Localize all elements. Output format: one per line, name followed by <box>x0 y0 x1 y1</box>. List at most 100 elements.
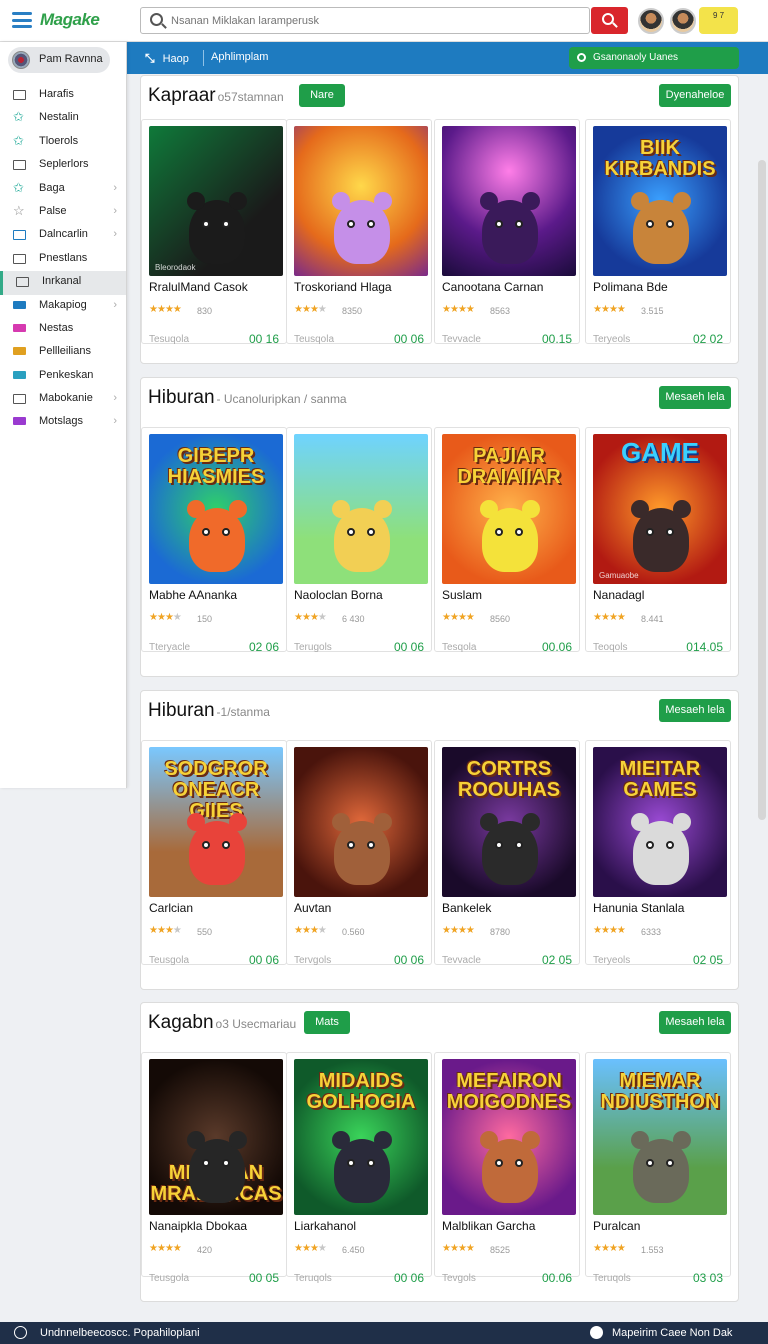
game-card[interactable]: CORTRS ROOUHAS Bankelek ★★★★ 8780 Tevvacle 02… <box>434 740 580 967</box>
game-card[interactable]: GAME Gamuaobe Nanadagl ★★★★ 8.441 Teoqols 014.… <box>585 427 731 654</box>
game-card[interactable]: MIDAIDS GOLHOGIA Liarkahanol ★★★★ 6.450 Teru… <box>286 1052 432 1285</box>
game-card[interactable]: Auvtan ★★★★ 0.560 Tervgols 00 06 <box>286 740 432 967</box>
game-title[interactable]: Nanadagl <box>593 588 644 602</box>
game-card[interactable]: MIHARAN MRADHACASNanaipkla Dbokaa★★★★420… <box>141 1052 287 1285</box>
game-thumbnail[interactable]: MIHARAN MRADHACAS <box>149 1059 283 1215</box>
game-title[interactable]: Hanunia Stanlala <box>593 901 684 915</box>
sidebar-item-label: Nestas <box>39 321 74 334</box>
game-title[interactable]: Mabhe AAnanka <box>149 588 237 602</box>
rating-count: 420 <box>197 1245 213 1255</box>
search-button[interactable] <box>591 7 628 34</box>
game-card[interactable]: MEFAIRON MOIGODNES Malblikan Garcha ★★★★ 85… <box>434 1052 580 1285</box>
game-card[interactable]: PAJIAR DRAIAIIAR Suslam ★★★★ 8560 Tesqola 00.… <box>434 427 580 654</box>
game-thumbnail[interactable] <box>294 126 428 276</box>
see-more-button[interactable]: Mesaeh lela <box>659 699 731 722</box>
game-count: 00 05 <box>248 1271 279 1285</box>
game-title[interactable]: Canootana Carnan <box>442 280 543 294</box>
game-thumbnail[interactable]: SODGROR ONEACR GIIES <box>149 747 283 897</box>
sidebar-item[interactable]: Pellleilians <box>0 341 126 364</box>
footer-right-text[interactable]: Mapeirim Caee Non Dak <box>612 1327 732 1339</box>
game-title[interactable]: Suslam <box>442 588 482 602</box>
game-thumbnail[interactable] <box>294 747 428 897</box>
notification-badge[interactable]: 9 7 <box>699 7 738 34</box>
game-title[interactable]: Liarkahanol <box>294 1219 356 1233</box>
game-title[interactable]: RralulMand Casok <box>149 280 248 294</box>
nav-link[interactable]: Aphlimplam <box>211 51 268 63</box>
game-thumbnail[interactable]: CORTRS ROOUHAS <box>442 747 576 897</box>
scrollbar[interactable] <box>758 160 766 820</box>
game-thumbnail[interactable] <box>442 126 576 276</box>
eye-icon <box>646 1159 654 1167</box>
game-title[interactable]: Carlcian <box>149 901 193 915</box>
game-thumbnail[interactable]: MIDAIDS GOLHOGIA <box>294 1059 428 1215</box>
rating-count: 8525 <box>490 1245 511 1255</box>
search-input[interactable] <box>171 11 581 31</box>
game-card[interactable]: BIIK KIRBANDIS Polimana Bde ★★★★ 3.515 Terye… <box>585 119 731 346</box>
sidebar-item[interactable]: ✩ Tloerols <box>0 131 126 154</box>
sidebar-item[interactable]: Motslags › <box>0 411 126 434</box>
user-chip[interactable]: Pam Ravnna <box>8 47 110 73</box>
search-box[interactable] <box>140 7 590 34</box>
star-icon: ★ <box>301 304 311 315</box>
avatar[interactable] <box>670 8 696 34</box>
sidebar-item[interactable]: Dalncarlin › <box>0 224 126 247</box>
sidebar-item[interactable]: Pnestlans <box>0 248 126 271</box>
game-count: 00 06 <box>393 332 424 346</box>
game-card[interactable]: SODGROR ONEACR GIIES Carlcian ★★★★ 550 Teusg… <box>141 740 287 967</box>
nav-search-button[interactable]: Gsanonaoly Uanes <box>569 47 739 69</box>
menu-icon[interactable] <box>12 12 32 28</box>
game-title[interactable]: Polimana Bde <box>593 280 668 294</box>
game-card[interactable]: MIEMAR NDIUSTHON Puralcan ★★★★ 1.553 Teruqol… <box>585 1052 731 1285</box>
sidebar-item[interactable]: ✩ Nestalin <box>0 107 126 130</box>
nav-home[interactable]: ⤡ Haop <box>145 51 189 66</box>
sidebar-item[interactable]: ✩ Baga › <box>0 178 126 201</box>
game-card[interactable]: Troskoriand Hlaga ★★★★ 8350 Teusqola 00 06 <box>286 119 432 346</box>
section-badge-button[interactable]: Nare <box>299 84 345 107</box>
sidebar-item[interactable]: Mabokanie › <box>0 388 126 411</box>
game-thumbnail[interactable]: PAJIAR DRAIAIIAR <box>442 434 576 584</box>
game-thumbnail[interactable]: MEFAIRON MOIGODNES <box>442 1059 576 1215</box>
box-icon <box>13 230 26 241</box>
sidebar-item[interactable]: Inrkanal <box>0 271 126 295</box>
game-card[interactable]: GIBEPR HIASMIES Mabhe AAnanka ★★★★ 150 Ttery… <box>141 427 287 654</box>
game-card[interactable]: Naoloclan Borna ★★★★ 6 430 Terugols 00 06 <box>286 427 432 654</box>
game-card[interactable]: MIEITAR GAMES Hanunia Stanlala ★★★★ 6333 Ter… <box>585 740 731 967</box>
game-thumbnail[interactable] <box>294 434 428 584</box>
character-art <box>480 192 540 264</box>
game-thumbnail[interactable]: Bleorodaok <box>149 126 283 276</box>
game-card[interactable]: Canootana Carnan ★★★★ 8563 Tevvacle 00.15 <box>434 119 580 346</box>
star-icon: ★ <box>301 925 311 936</box>
game-category: Teryeols <box>593 955 631 966</box>
game-title[interactable]: Nanaipkla Dbokaa <box>149 1219 247 1233</box>
game-title[interactable]: Bankelek <box>442 901 491 915</box>
game-card[interactable]: Bleorodaok RralulMand Casok ★★★★ 830 Tesuqol… <box>141 119 287 346</box>
section-badge-button[interactable]: Mats <box>304 1011 350 1034</box>
sidebar-item[interactable]: Seplerlors <box>0 154 126 177</box>
game-title[interactable]: Malblikan Garcha <box>442 1219 535 1233</box>
sidebar-item[interactable]: Nestas <box>0 318 126 341</box>
game-title[interactable]: Troskoriand Hlaga <box>294 280 392 294</box>
thumbnail-title: GAME <box>621 437 699 467</box>
sidebar-item[interactable]: ☆ Palse › <box>0 201 126 224</box>
game-thumbnail[interactable]: GIBEPR HIASMIES <box>149 434 283 584</box>
game-thumbnail[interactable]: MIEMAR NDIUSTHON <box>593 1059 727 1215</box>
see-more-button[interactable]: Mesaeh lela <box>659 1011 731 1034</box>
game-thumbnail[interactable]: MIEITAR GAMES <box>593 747 727 897</box>
game-thumbnail[interactable]: BIIK KIRBANDIS <box>593 126 727 276</box>
section-subtitle: o57stamnan <box>217 90 284 104</box>
sidebar-item[interactable]: Makapiog › <box>0 295 126 318</box>
rating-count: 8560 <box>490 614 511 624</box>
logo[interactable]: Magake <box>40 10 100 30</box>
avatar[interactable] <box>638 8 664 34</box>
game-title[interactable]: Auvtan <box>294 901 331 915</box>
game-thumbnail[interactable]: GAME Gamuaobe <box>593 434 727 584</box>
game-title[interactable]: Puralcan <box>593 1219 640 1233</box>
see-more-button[interactable]: Dyenaheloe <box>659 84 731 107</box>
sidebar-item[interactable]: Harafis <box>0 84 126 107</box>
sidebar-item[interactable]: Penkeskan <box>0 365 126 388</box>
see-more-button[interactable]: Mesaeh lela <box>659 386 731 409</box>
game-title[interactable]: Naoloclan Borna <box>294 588 383 602</box>
rating-count: 150 <box>197 614 213 624</box>
eye-icon <box>495 220 503 228</box>
star-rating: ★★★★ <box>442 304 475 315</box>
